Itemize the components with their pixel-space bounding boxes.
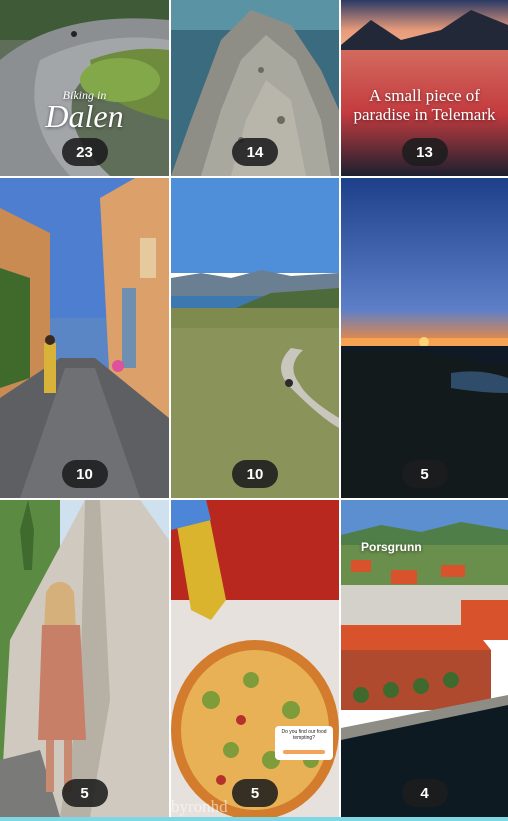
story-count-badge: 5 (401, 460, 448, 488)
overlay-title: A small piece of paradise in Telemark (353, 86, 496, 124)
story-count-badge: 23 (61, 138, 108, 166)
overlay-title: Porsgrunn (361, 540, 422, 554)
highlight-tile-tent[interactable]: 5 (0, 500, 169, 817)
story-count-badge: 10 (61, 460, 108, 488)
cover-image (171, 500, 339, 817)
highlight-tile-rock-ridge[interactable]: 14 (171, 0, 339, 176)
highlight-tile-porsgrunn[interactable]: Porsgrunn 4 (341, 500, 508, 817)
story-count-badge: 14 (232, 138, 278, 166)
cover-image (0, 178, 169, 498)
story-count-badge: 13 (401, 138, 448, 166)
watermark-text: byronhd (171, 797, 228, 816)
poll-sticker-text: Do you find our food tempting? (281, 729, 327, 741)
cover-image (0, 500, 169, 817)
highlight-tile-telemark-paradise[interactable]: A small piece of paradise in Telemark 13 (341, 0, 508, 176)
story-highlights-grid: Biking in Dalen 23 14 A small piece of p… (0, 0, 508, 821)
highlight-tile-sunset-sea[interactable]: 5 (341, 178, 508, 498)
highlight-tile-mountain-road[interactable]: 10 (171, 178, 339, 498)
story-count-badge: 10 (232, 460, 278, 488)
highlight-tile-biking-dalen[interactable]: Biking in Dalen 23 (0, 0, 169, 176)
bottom-accent-bar (0, 817, 508, 821)
highlight-tile-old-street[interactable]: 10 (0, 178, 169, 498)
highlight-tile-pizza[interactable]: Do you find our food tempting? byronhd 5 (171, 500, 339, 817)
overlay-title-large: Dalen (45, 98, 124, 134)
story-count-badge: 4 (401, 779, 448, 807)
story-count-badge: 5 (61, 779, 108, 807)
cover-image (341, 178, 508, 498)
cover-image (171, 178, 339, 498)
story-count-badge: 5 (232, 779, 278, 807)
